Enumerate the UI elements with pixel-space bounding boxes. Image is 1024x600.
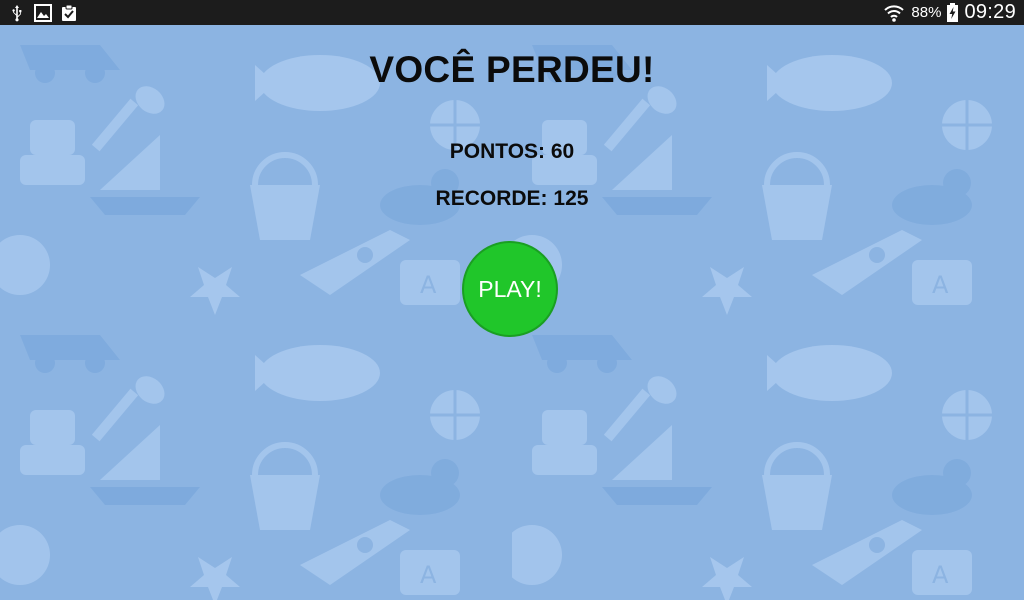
clipboard-check-icon: [60, 4, 78, 22]
record-label: RECORDE: 125: [435, 187, 589, 210]
battery-charging-icon: [947, 3, 959, 22]
clock: 09:29: [964, 1, 1016, 23]
game-over-panel: VOCÊ PERDEU! PONTOS: 60 RECORDE: 125 PLA…: [0, 25, 1024, 600]
status-bar: 88% 09:29: [0, 0, 1024, 25]
battery-percent: 88%: [911, 4, 942, 21]
game-over-screen: 88% 09:29 VOCÊ PERDEU! PONTOS: 60 RECORD…: [0, 0, 1024, 600]
notification-icons: [8, 3, 78, 22]
score-label: PONTOS: 60: [449, 140, 575, 163]
system-status: 88% 09:29: [883, 0, 1016, 25]
wifi-icon: [883, 3, 905, 23]
usb-icon: [8, 4, 26, 22]
game-over-title: VOCÊ PERDEU!: [369, 49, 655, 90]
image-icon: [34, 3, 52, 22]
play-button[interactable]: PLAY!: [462, 241, 558, 337]
